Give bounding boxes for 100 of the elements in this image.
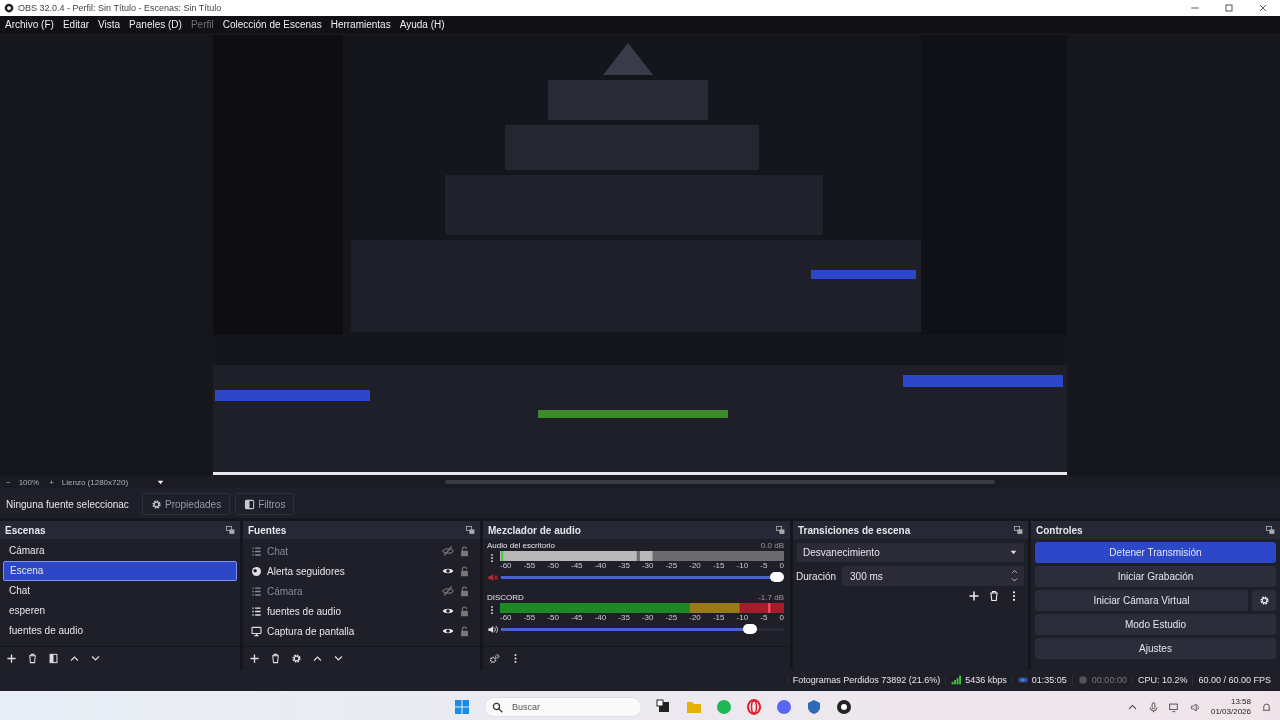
notification-icon[interactable] [1261,701,1272,713]
scale-label: -60 [500,561,512,571]
delete-icon[interactable] [27,652,38,664]
control-button[interactable]: Modo Estudio [1035,614,1276,635]
add-icon[interactable] [249,652,260,664]
delete-icon[interactable] [988,590,1000,602]
undock-icon[interactable] [466,525,475,535]
zoom-out-button[interactable]: − [6,477,11,487]
source-item[interactable]: Cámara [267,585,442,597]
scale-label: -20 [689,613,701,623]
slider-thumb[interactable] [743,624,758,634]
list-icon [251,545,262,557]
properties-button[interactable]: Propiedades [142,493,231,515]
source-item[interactable]: Chat [267,545,442,557]
panel-icon[interactable] [48,652,59,664]
increase-icon[interactable] [1010,568,1019,576]
scale-label: -40 [594,613,607,623]
scale-label: -35 [618,561,630,571]
settings-icon [151,498,162,510]
search-icon [492,702,503,713]
scene-item[interactable]: Chat [3,581,237,601]
search-field[interactable]: Buscar [484,697,642,717]
scale-label: -50 [547,561,559,571]
source-item[interactable]: Alerta seguidores [267,565,442,577]
record-icon [1077,675,1088,685]
volume-icon[interactable] [1189,701,1201,713]
speaker-icon[interactable] [487,623,498,635]
cpu-usage: CPU: 10.2% [1137,675,1188,685]
scale-label: -15 [712,561,725,571]
menu-item[interactable]: Archivo (F) [5,19,54,30]
menu-item[interactable]: Editar [62,19,90,30]
menu-item[interactable]: Ayuda (H) [399,19,445,30]
settings-icon [1258,595,1270,606]
control-button[interactable]: Iniciar Cámara Virtual [1035,590,1248,611]
add-icon[interactable] [968,590,980,602]
scale-label: -10 [736,613,749,623]
scene-item[interactable]: esperen [3,601,237,621]
menu-item[interactable]: Herramientas [330,19,391,30]
lock-icon[interactable] [459,565,470,577]
window-title: OBS 32.0.4 - Perfil: Sin Título - Escenas: Sin Título [18,3,222,13]
transition-dropdown[interactable]: Desvanecimiento [797,543,1024,562]
lock-icon[interactable] [459,545,470,557]
control-button[interactable]: Detener Transmisión [1035,542,1276,563]
scale-label: -55 [523,613,536,623]
eye-slash-icon[interactable] [442,585,454,597]
caret-icon [1009,548,1018,557]
list-icon [251,585,262,597]
stream-time: 01:35:05 [1031,675,1067,685]
add-icon[interactable] [6,652,17,664]
start-icon[interactable] [454,699,470,715]
dock-title: Fuentes [248,524,287,536]
undock-icon[interactable] [776,525,785,535]
eye-slash-icon[interactable] [442,545,454,557]
scene-item[interactable]: Cámara [3,541,237,561]
close-icon[interactable] [1257,2,1269,14]
slider-thumb[interactable] [770,572,784,582]
undock-icon[interactable] [1014,525,1023,535]
decrease-icon[interactable] [1010,576,1019,584]
settings-icon[interactable] [291,652,302,664]
lock-icon[interactable] [459,605,470,617]
menu-item[interactable]: Paneles (D) [129,19,182,30]
app-icon[interactable] [836,699,852,715]
scale-label: -5 [760,613,768,623]
microphone-icon[interactable] [1147,701,1159,713]
menu-item[interactable]: Colección de Escenas [222,19,322,30]
app-logo-icon [4,3,14,13]
scale-label: -25 [665,561,678,571]
duration-label: Duración [796,570,837,582]
scale-label: -10 [736,561,749,571]
window-icon[interactable] [656,699,672,715]
scroll-bar[interactable] [445,480,996,484]
scale-label: -45 [570,561,583,571]
undock-icon[interactable] [1266,525,1275,535]
settings-icon[interactable] [489,652,500,664]
lock-icon[interactable] [459,625,470,637]
scale-label: -30 [641,613,654,623]
clock[interactable]: 13:58 01/03/2026 [1210,697,1251,717]
zoom-level: 100% [18,477,40,487]
scale-label: -20 [689,561,701,571]
zoom-in-button[interactable]: + [49,477,54,487]
duration-field[interactable]: 300 ms [842,566,1024,586]
scene-item[interactable]: fuentes de audio [3,621,237,641]
channel-name: Audio del escritorio [487,541,556,551]
maximize-icon[interactable] [1223,2,1235,14]
control-button[interactable]: Ajustes [1035,638,1276,659]
filters-button[interactable]: Filtros [235,493,295,515]
settings-button[interactable] [1252,590,1276,611]
scale-label: -60 [500,613,512,623]
scene-item[interactable]: Escena [3,561,237,581]
source-item[interactable]: fuentes de audio [267,605,442,617]
control-button[interactable]: Iniciar Grabación [1035,566,1276,587]
list-icon [251,605,262,617]
scale-label: -50 [547,613,559,623]
undock-icon[interactable] [226,525,235,535]
delete-icon[interactable] [270,652,281,664]
menu-item[interactable]: Vista [98,19,121,30]
lock-icon[interactable] [459,585,470,597]
source-item[interactable]: Captura de pantalla [267,625,442,637]
shield-icon[interactable] [806,699,822,715]
volume-reading: 0.0 dB [760,541,784,551]
